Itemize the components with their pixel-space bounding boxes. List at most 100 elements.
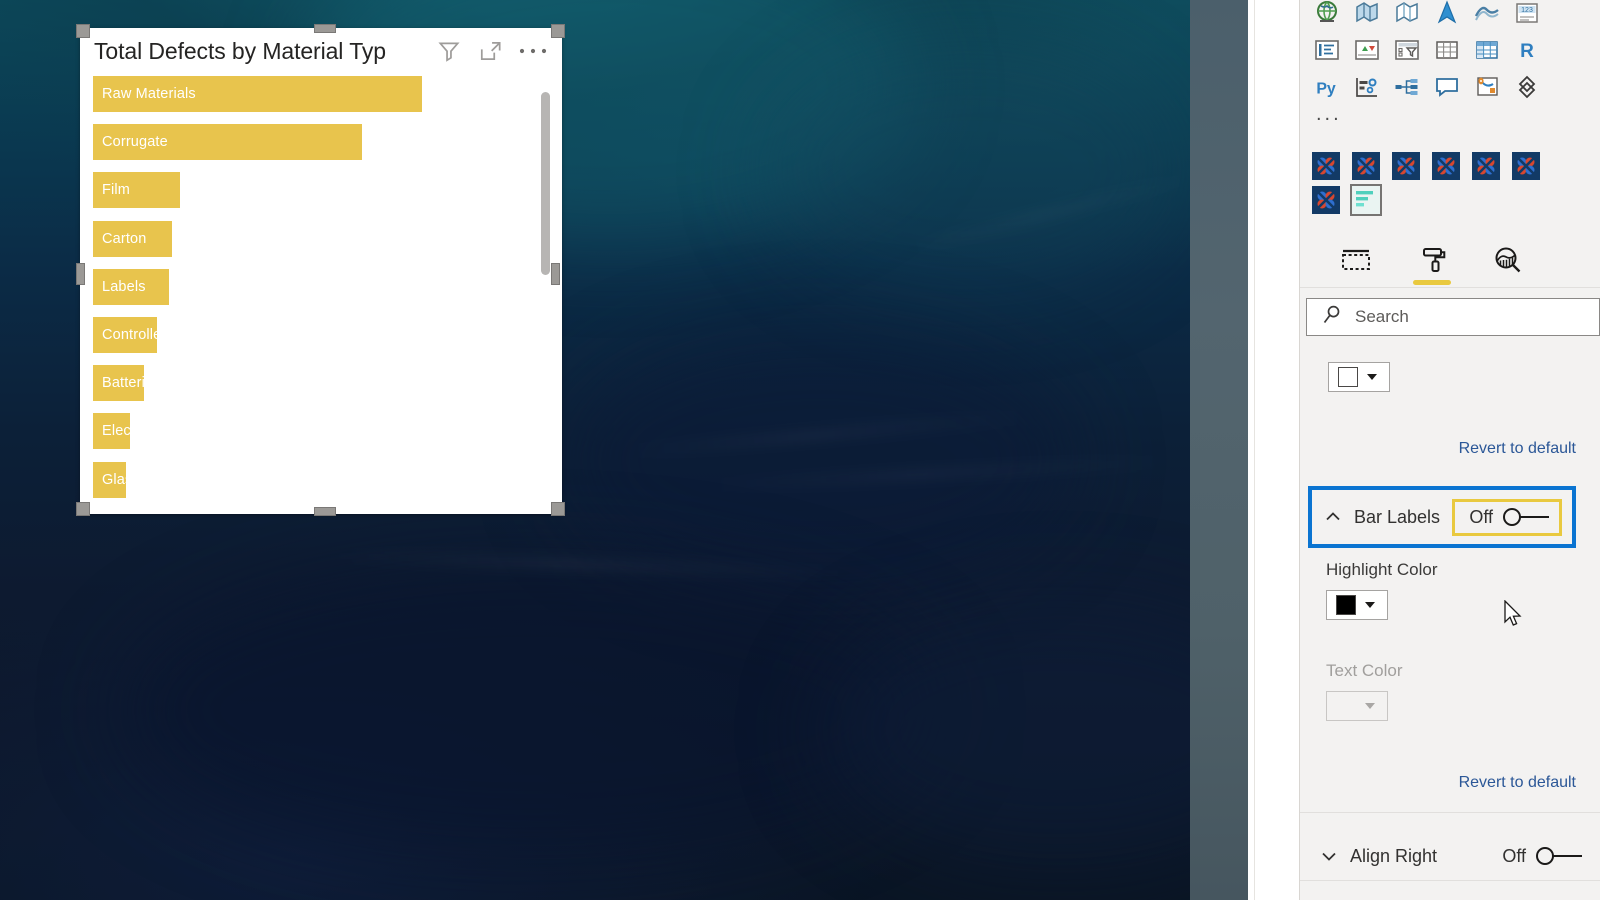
custom-visual-icon[interactable] bbox=[1512, 152, 1540, 180]
map-icon[interactable] bbox=[1312, 0, 1342, 28]
card-number-icon[interactable]: 123 bbox=[1512, 0, 1542, 28]
filter-icon[interactable] bbox=[436, 38, 462, 64]
bar-row[interactable]: Film bbox=[93, 172, 533, 220]
resize-handle-top-center[interactable] bbox=[314, 24, 336, 33]
color-picker-button[interactable] bbox=[1328, 362, 1390, 392]
qna-icon[interactable] bbox=[1432, 72, 1462, 102]
bar-row[interactable]: Labels bbox=[93, 268, 533, 317]
section-divider bbox=[1300, 880, 1600, 881]
analytics-tab[interactable] bbox=[1488, 240, 1528, 280]
custom-visual-icon[interactable] bbox=[1472, 152, 1500, 180]
bar-category-label: Corrugate bbox=[102, 134, 168, 151]
focus-mode-icon[interactable] bbox=[478, 38, 504, 64]
resize-handle-top-left[interactable] bbox=[76, 24, 90, 38]
revert-to-default-link[interactable]: Revert to default bbox=[1300, 440, 1600, 458]
align-right-toggle[interactable] bbox=[1536, 846, 1582, 866]
visualization-gallery: 123 R Py ... bbox=[1300, 0, 1600, 133]
chart-bar[interactable]: Batteries bbox=[93, 365, 144, 402]
more-options-icon[interactable] bbox=[518, 46, 548, 56]
revert-to-default-link[interactable]: Revert to default bbox=[1300, 774, 1600, 792]
custom-visual-icon[interactable] bbox=[1352, 152, 1380, 180]
bar-chart-custom-visual-icon[interactable] bbox=[1350, 184, 1382, 216]
chevron-down-icon[interactable] bbox=[1320, 847, 1338, 865]
visual-title: Total Defects by Material Typ bbox=[94, 37, 386, 64]
filled-map-icon[interactable] bbox=[1352, 0, 1382, 28]
chart-bar[interactable]: Electronics bbox=[93, 413, 130, 450]
resize-handle-top-right[interactable] bbox=[551, 24, 565, 38]
search-placeholder: Search bbox=[1355, 307, 1409, 326]
bar-row[interactable]: Electronics bbox=[93, 413, 533, 461]
r-script-visual-icon[interactable]: R bbox=[1512, 35, 1542, 65]
text-color-label: Text Color bbox=[1326, 661, 1403, 680]
custom-visual-icon[interactable] bbox=[1392, 152, 1420, 180]
nebula-glow bbox=[560, 330, 1080, 590]
bar-labels-toggle-highlight[interactable]: Off bbox=[1452, 498, 1562, 536]
smart-narrative-icon[interactable] bbox=[1472, 72, 1502, 102]
chart-bar[interactable]: Corrugate bbox=[93, 124, 362, 161]
custom-visual-icon[interactable] bbox=[1432, 152, 1460, 180]
section-divider bbox=[1300, 812, 1600, 813]
key-influencers-icon[interactable] bbox=[1352, 72, 1382, 102]
kpi-icon[interactable] bbox=[1352, 35, 1382, 65]
resize-handle-middle-right[interactable] bbox=[551, 263, 560, 285]
arcgis-map-icon[interactable] bbox=[1432, 0, 1462, 28]
window-side-band bbox=[1190, 0, 1248, 900]
resize-handle-middle-left[interactable] bbox=[76, 263, 85, 285]
align-right-section[interactable]: Align Right Off bbox=[1300, 832, 1600, 880]
bar-row[interactable]: Carton bbox=[93, 220, 533, 269]
scrollbar-thumb[interactable] bbox=[541, 92, 550, 275]
bar-chart-visual[interactable]: Total Defects by Material Typ Raw Materi… bbox=[80, 28, 562, 514]
search-input[interactable]: Search bbox=[1306, 298, 1600, 336]
chart-bar[interactable]: Raw Materials bbox=[93, 76, 422, 112]
multi-row-card-icon[interactable] bbox=[1312, 35, 1342, 65]
bar-labels-section[interactable]: Bar Labels Off bbox=[1308, 486, 1576, 548]
mouse-cursor bbox=[1504, 599, 1524, 630]
matrix-icon[interactable] bbox=[1472, 35, 1502, 65]
custom-visual-icon[interactable] bbox=[1312, 152, 1340, 180]
bar-labels-toggle-state: Off bbox=[1469, 506, 1493, 527]
shape-map-icon[interactable] bbox=[1392, 0, 1422, 28]
chart-plot-area[interactable]: Raw Materials Corrugate Film Carton Labels Co… bbox=[93, 76, 533, 506]
bar-row[interactable]: Corrugate bbox=[93, 124, 533, 172]
bar-row[interactable]: Raw Materials bbox=[93, 76, 533, 124]
revert-to-default-top[interactable]: Revert to default bbox=[1300, 440, 1600, 458]
text-color-picker-button bbox=[1326, 691, 1388, 721]
chart-bar[interactable]: Carton bbox=[93, 220, 172, 257]
bar-row[interactable]: Batteries bbox=[93, 365, 533, 413]
resize-handle-bottom-right[interactable] bbox=[551, 502, 565, 516]
bar-category-label: Electronics bbox=[102, 423, 130, 440]
chart-bar[interactable]: Film bbox=[93, 172, 180, 209]
resize-handle-bottom-center[interactable] bbox=[314, 507, 336, 516]
resize-handle-bottom-left[interactable] bbox=[76, 502, 90, 516]
chart-bar[interactable]: Controller bbox=[93, 316, 157, 353]
format-tab[interactable] bbox=[1412, 240, 1452, 285]
bar-row[interactable]: Glass bbox=[93, 461, 533, 510]
revert-to-default-bottom[interactable]: Revert to default bbox=[1300, 774, 1600, 792]
funnel-icon[interactable] bbox=[1472, 0, 1502, 28]
chevron-down-icon bbox=[1365, 602, 1375, 608]
custom-visual-icon[interactable] bbox=[1312, 186, 1340, 214]
chevron-up-icon[interactable] bbox=[1324, 508, 1342, 526]
chevron-down-icon bbox=[1367, 374, 1377, 380]
pane-tab-strip bbox=[1300, 232, 1600, 288]
table-icon[interactable] bbox=[1432, 35, 1462, 65]
nebula-glow bbox=[760, 40, 1180, 300]
chart-bar[interactable]: Glass bbox=[93, 461, 126, 498]
format-search[interactable]: Search bbox=[1306, 298, 1600, 336]
bar-labels-toggle[interactable] bbox=[1503, 507, 1549, 527]
python-visual-icon[interactable]: Py bbox=[1312, 72, 1342, 102]
format-tab-selected-underline bbox=[1413, 279, 1451, 285]
bar-labels-label: Bar Labels bbox=[1354, 506, 1441, 527]
gallery-more-icon[interactable]: ... bbox=[1312, 104, 1590, 129]
fields-tab[interactable] bbox=[1336, 240, 1376, 280]
wallpaper-wisp bbox=[620, 411, 1040, 457]
visual-vertical-scrollbar[interactable] bbox=[541, 92, 550, 490]
bar-row[interactable]: Controller bbox=[93, 316, 533, 365]
paginated-report-icon[interactable] bbox=[1512, 72, 1542, 102]
search-icon bbox=[1321, 304, 1343, 331]
decomposition-tree-icon[interactable] bbox=[1392, 72, 1422, 102]
highlight-color-picker-button[interactable] bbox=[1326, 590, 1388, 620]
slicer-icon[interactable] bbox=[1392, 35, 1422, 65]
chart-bar[interactable]: Labels bbox=[93, 268, 169, 305]
bar-category-label: Labels bbox=[102, 278, 146, 295]
